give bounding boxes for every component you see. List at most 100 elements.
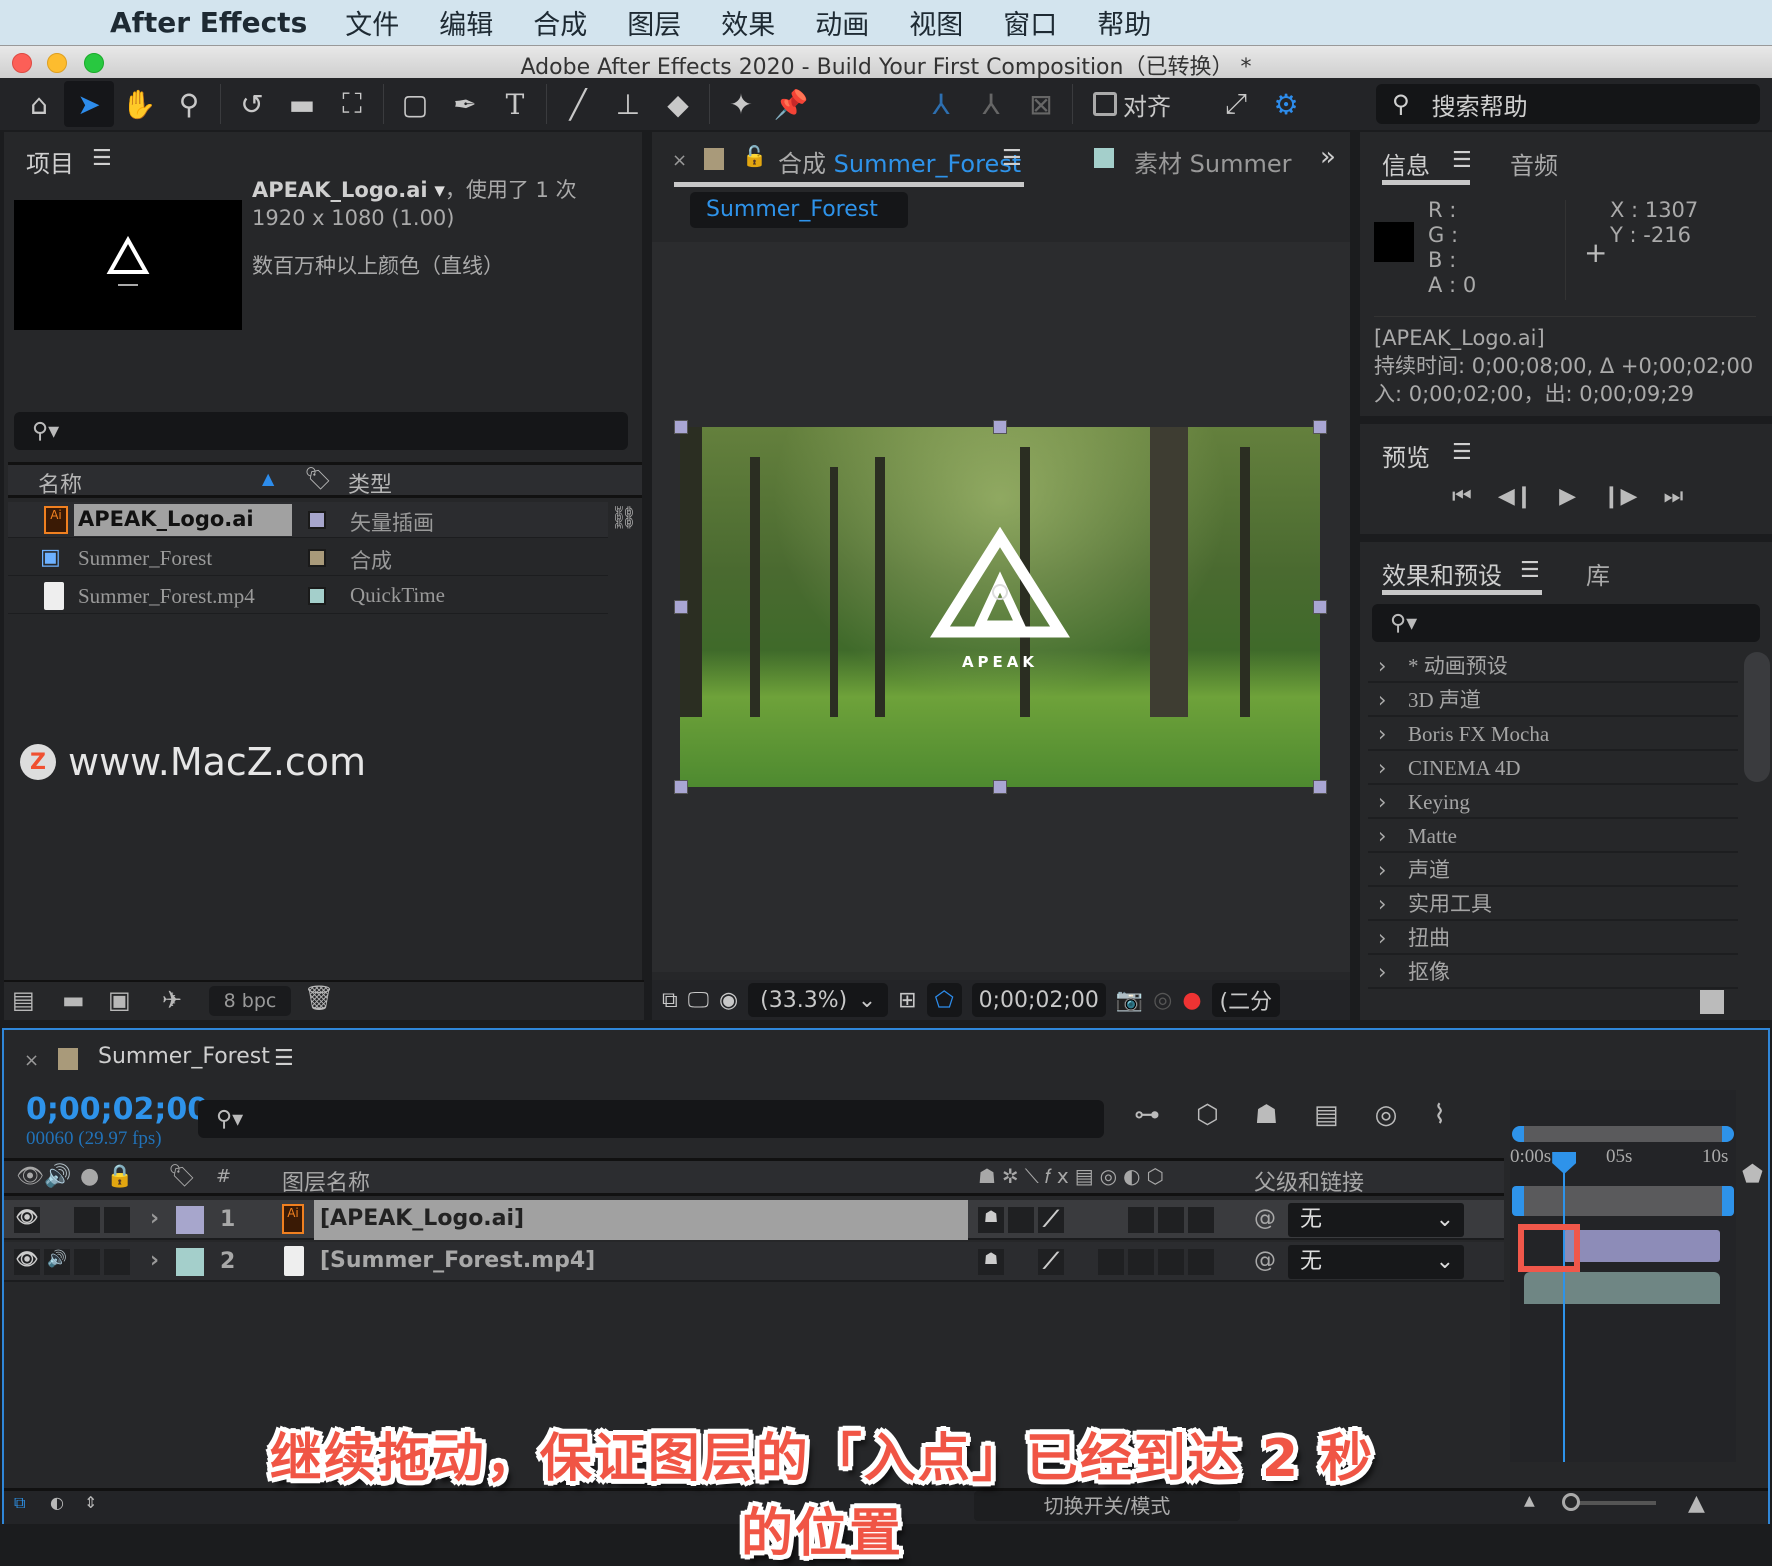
transform-handle[interactable] [993,420,1007,434]
parent-dropdown[interactable]: 无 ⌄ [1288,1203,1464,1237]
snap-checkbox[interactable] [1093,92,1117,116]
close-tab-icon[interactable]: × [24,1050,39,1071]
layer-row[interactable]: 👁 🔊 › 2 [Summer_Forest.mp4] ☗ ⟋ @ 无 ⌄ [4,1242,1504,1282]
column-layer-name[interactable]: 图层名称 [282,1165,370,1197]
zoom-slider-thumb[interactable] [1562,1493,1580,1511]
first-frame-icon[interactable]: ⏮ [1452,484,1472,509]
close-tab-icon[interactable]: × [672,150,687,171]
library-tab[interactable]: 库 [1586,556,1610,591]
transform-handle[interactable] [674,780,688,794]
zoom-out-icon[interactable]: ▲ [1524,1493,1535,1509]
menu-window[interactable]: 窗口 [1003,3,1057,42]
label-color-swatch[interactable] [308,587,326,605]
menu-view[interactable]: 视图 [909,3,963,42]
footage-tab[interactable]: 素材 Summer [1134,144,1291,179]
label-tag-icon[interactable]: 🏷 [168,1164,196,1189]
in-out-toggle-icon[interactable]: ⇕ [84,1493,97,1512]
panel-menu-icon[interactable]: ☰ [1520,558,1540,583]
effect-category[interactable]: › 声道 [1368,854,1738,887]
pick-whip-icon[interactable]: @ [1254,1206,1276,1231]
effects-search-input[interactable]: ⚲▾ [1372,604,1760,642]
transform-handle[interactable] [674,420,688,434]
rectangle-tool-icon[interactable]: ▢ [390,81,440,127]
menu-composition[interactable]: 合成 [533,3,587,42]
layer-name[interactable]: [Summer_Forest.mp4] [320,1248,595,1273]
playhead-handle[interactable] [1552,1152,1577,1174]
effect-category[interactable]: › 抠像 [1368,956,1738,989]
snapshot-camera-icon[interactable]: 📷 [1116,988,1143,1013]
panel-menu-icon[interactable]: ☰ [92,146,112,171]
camera-tool-icon[interactable]: ▬ [277,81,327,127]
transform-handle[interactable] [674,600,688,614]
zoom-tool-icon[interactable]: ⚲ [164,81,214,127]
eraser-tool-icon[interactable]: ◆ [653,81,703,127]
sort-ascending-icon[interactable]: ▲ [262,469,274,488]
project-panel-title[interactable]: 项目 [26,144,74,179]
project-search-input[interactable]: ⚲▾ [14,412,628,450]
quality-switch-icon[interactable]: ⟋ [1038,1207,1064,1233]
new-folder-icon[interactable]: ▬ [62,986,85,1014]
workspace-icon[interactable]: ⚙ [1261,81,1311,127]
view-axis-icon[interactable]: ⊠ [1016,81,1066,127]
project-item[interactable]: ▣ Summer_Forest 合成 [8,540,608,576]
effect-category[interactable]: › CINEMA 4D [1368,752,1738,785]
expand-chevron-icon[interactable]: › [150,1206,159,1231]
layer-label-color[interactable] [176,1206,204,1234]
effect-category[interactable]: › 扭曲 [1368,922,1738,955]
audio-icon[interactable]: 🔊 [44,1164,71,1189]
hand-tool-icon[interactable]: ✋ [114,81,164,127]
interpret-footage-icon[interactable]: ▤ [12,986,35,1014]
layer-name[interactable]: [APEAK_Logo.ai] [314,1200,968,1240]
type-tool-icon[interactable]: T [490,81,540,127]
rotation-tool-icon[interactable]: ↺ [227,81,277,127]
column-name[interactable]: 名称 [38,467,82,499]
last-frame-icon[interactable]: ⏭ [1663,484,1683,509]
effect-category[interactable]: › Boris FX Mocha [1368,718,1738,751]
resolution-dropdown[interactable]: (二分 [1211,983,1281,1017]
panel-menu-icon[interactable]: ☰ [1452,440,1472,465]
new-composition-icon[interactable]: ▣ [108,986,131,1014]
transform-handle[interactable] [1313,420,1327,434]
world-axis-icon[interactable]: ⅄ [966,81,1016,127]
eye-icon[interactable]: 👁 [14,1249,40,1275]
home-icon[interactable]: ⌂ [14,81,64,127]
comp-tab[interactable]: 合成 Summer_Forest [778,144,1021,179]
magnification-dropdown[interactable]: (33.3%) ⌄ [748,983,889,1017]
timeline-current-time[interactable]: 0;00;02;00 [26,1092,208,1127]
comp-breadcrumb[interactable]: Summer_Forest [690,192,908,228]
panel-menu-icon[interactable]: ☰ [1002,146,1022,171]
play-icon[interactable]: ▶ [1559,484,1576,509]
layer-duration-bar[interactable] [1524,1272,1720,1304]
column-type[interactable]: 类型 [348,467,392,499]
column-parent-link[interactable]: 父级和链接 [1254,1165,1364,1197]
project-item[interactable]: Summer_Forest.mp4 QuickTime [8,578,608,614]
help-search-input[interactable]: ⚲ 搜索帮助 [1376,84,1760,124]
pick-whip-icon[interactable]: @ [1254,1248,1276,1273]
layer-switches-toggle-icon[interactable]: ⧉ [14,1493,25,1513]
menu-effect[interactable]: 效果 [721,3,775,42]
zoom-in-icon[interactable]: ▲ [1688,1491,1705,1516]
layer-row[interactable]: 👁 › 1 Ai [APEAK_Logo.ai] ☗ ⟋ @ 无 ⌄ [4,1200,1504,1240]
menu-help[interactable]: 帮助 [1097,3,1151,42]
timeline-search-input[interactable]: ⚲▾ [198,1100,1104,1138]
layer-duration-bar[interactable] [1563,1230,1720,1262]
transfer-controls-toggle-icon[interactable]: ◐ [50,1493,64,1512]
pan-behind-tool-icon[interactable]: ⛶ [327,81,377,127]
new-preset-icon[interactable] [1700,990,1724,1014]
snap-options-icon[interactable]: ⤢ [1211,81,1261,127]
previous-frame-icon[interactable]: ◀❙ [1498,484,1533,509]
effect-category[interactable]: › * 动画预设 [1368,650,1738,683]
effect-category[interactable]: › Matte [1368,820,1738,853]
solo-icon[interactable]: ● [80,1164,99,1189]
audio-tab[interactable]: 音频 [1510,146,1558,181]
composition-viewer[interactable]: APEAK [652,242,1350,972]
shy-layers-icon[interactable]: ☗ [1255,1100,1278,1130]
panel-menu-icon[interactable]: ☰ [1452,148,1472,173]
menu-app-name[interactable]: After Effects [110,6,307,39]
effects-scrollbar[interactable] [1744,652,1770,782]
video-visibility-icon[interactable]: 👁 [16,1164,44,1189]
preview-title[interactable]: 预览 [1382,438,1430,473]
trash-icon[interactable]: 🗑 [304,984,334,1012]
roto-brush-tool-icon[interactable]: ✦ [716,81,766,127]
frame-blending-icon[interactable]: ▤ [1314,1100,1339,1130]
